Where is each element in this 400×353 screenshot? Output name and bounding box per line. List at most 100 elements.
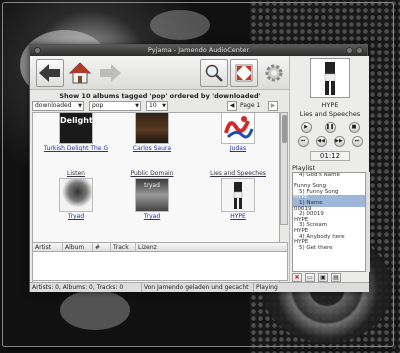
forward-button[interactable]: ▶▶ xyxy=(333,136,345,147)
album-name-link[interactable]: HYPE xyxy=(203,213,273,220)
column-license[interactable]: Lizenz xyxy=(136,243,176,251)
clear-button[interactable]: ▭ xyxy=(305,273,315,282)
window-menu-button[interactable] xyxy=(34,47,41,54)
back-button[interactable] xyxy=(36,59,64,87)
next-arrow-icon: ▶ xyxy=(270,102,276,109)
pause-icon: ❚❚ xyxy=(325,124,335,130)
fullscreen-icon xyxy=(235,64,253,82)
remove-button[interactable]: ✖ xyxy=(292,273,302,282)
close-button[interactable] xyxy=(356,47,363,54)
album-cover[interactable] xyxy=(221,178,255,212)
album-name-link[interactable]: Carlos Saura xyxy=(117,145,187,152)
track-table-header: Artist Album # Track Lizenz xyxy=(33,243,287,252)
column-track[interactable]: Track xyxy=(111,243,136,251)
house-icon xyxy=(69,62,91,84)
album-tile[interactable]: Judas xyxy=(203,113,273,152)
gear-icon xyxy=(265,64,283,82)
stop-icon: ■ xyxy=(351,124,357,130)
album-name-link[interactable]: Judas xyxy=(203,145,273,152)
next-button[interactable]: ⏭ xyxy=(351,136,363,147)
minimize-button[interactable] xyxy=(346,47,353,54)
playlist: 4) God's Name Funny Song 5) Funny Song HY… xyxy=(292,172,366,272)
stop-button[interactable]: ■ xyxy=(348,122,360,133)
album-cover[interactable] xyxy=(221,113,255,144)
count-select-value: 10 xyxy=(149,102,157,109)
settings-button[interactable] xyxy=(260,59,288,87)
chevron-down-icon: ▼ xyxy=(135,103,139,109)
cover-text: tryad xyxy=(144,182,160,189)
search-button[interactable] xyxy=(200,59,228,87)
tag-select[interactable]: pop ▼ xyxy=(89,101,141,111)
list-item[interactable]: HYPE 5) Get there xyxy=(293,240,365,251)
filter-bar: downloaded ▼ pop ▼ 10 ▼ ◀ Page 1 ▶ xyxy=(32,101,288,111)
column-number[interactable]: # xyxy=(93,243,111,251)
fullscreen-button[interactable] xyxy=(230,59,258,87)
album-tile[interactable]: Public Domain tryad Tryad xyxy=(117,170,187,220)
forward-button[interactable] xyxy=(96,59,124,87)
play-button[interactable]: ▶ xyxy=(300,122,312,133)
playback-time: 01:12 xyxy=(310,151,350,161)
tag-select-value: pop xyxy=(92,102,104,109)
playlist-title: 4) God's Name xyxy=(299,172,340,178)
album-tile[interactable]: Lies and Speeches HYPE xyxy=(203,170,273,220)
playlist-scrollbar[interactable] xyxy=(366,172,370,272)
previous-button[interactable]: ⏮ xyxy=(297,136,309,147)
album-caption[interactable]: Lies and Speeches xyxy=(203,170,273,177)
album-tile[interactable]: Delight Turkish Delight The G xyxy=(41,113,111,152)
skip-forward-icon: ⏭ xyxy=(354,138,360,144)
list-item[interactable]: HYPE 1) Name xyxy=(293,195,365,207)
order-select-value: downloaded xyxy=(35,102,72,109)
window-title: Pyjama - Jamendo AudioCenter xyxy=(147,46,250,54)
status-bar: Artists: 0, Albums: 0, Tracks: 0 Von Jam… xyxy=(30,282,369,292)
app-window: Pyjama - Jamendo AudioCenter Show 10 alb… xyxy=(29,44,370,292)
load-button[interactable]: ▤ xyxy=(331,273,341,282)
album-name-link[interactable]: Turkish Delight The G xyxy=(41,145,111,152)
column-album[interactable]: Album xyxy=(63,243,93,251)
status-state: Playing xyxy=(256,284,278,291)
order-select[interactable]: downloaded ▼ xyxy=(32,101,84,111)
album-caption[interactable]: Listen xyxy=(41,170,111,177)
save-button[interactable]: ▣ xyxy=(318,273,328,282)
title-bar: Pyjama - Jamendo AudioCenter xyxy=(30,45,367,56)
arrow-left-icon xyxy=(39,64,60,82)
now-playing-artist: HYPE xyxy=(321,101,339,109)
grid-scrollbar[interactable] xyxy=(280,112,288,225)
album-tile[interactable]: Carlos Saura xyxy=(117,113,187,152)
playlist-label: Playlist xyxy=(292,164,316,172)
page-label: Page 1 xyxy=(240,102,261,109)
album-cover[interactable]: tryad xyxy=(135,178,169,212)
toolbar xyxy=(30,56,290,90)
rewind-icon: ◀◀ xyxy=(317,138,325,144)
pause-button[interactable]: ❚❚ xyxy=(324,122,336,133)
playlist-buttons: ✖ ▭ ▣ ▤ xyxy=(292,273,368,282)
album-cover[interactable] xyxy=(59,178,93,212)
save-icon: ▣ xyxy=(320,274,326,281)
column-artist[interactable]: Artist xyxy=(33,243,63,251)
chevron-down-icon: ▼ xyxy=(78,103,82,109)
close-icon: ✖ xyxy=(294,274,300,281)
scroll-thumb[interactable] xyxy=(282,115,287,143)
now-playing-panel: HYPE Lies and Speeches ▶ ❚❚ ■ ⏮ ◀◀ ▶▶ ⏭ … xyxy=(289,56,370,282)
now-playing-album: Lies and Speeches xyxy=(299,110,361,118)
album-cover[interactable]: Delight xyxy=(59,113,93,144)
browse-heading: Show 10 albums tagged 'pop' ordered by '… xyxy=(59,92,261,100)
skip-back-icon: ⏮ xyxy=(300,138,306,144)
home-button[interactable] xyxy=(66,59,94,87)
album-name-link[interactable]: Tryad xyxy=(117,213,187,220)
album-tile[interactable]: Listen Tryad xyxy=(41,170,111,220)
chevron-down-icon: ▼ xyxy=(162,103,166,109)
prev-page-button[interactable]: ◀ xyxy=(227,101,237,111)
album-caption[interactable]: Public Domain xyxy=(117,170,187,177)
track-table: Artist Album # Track Lizenz xyxy=(32,242,288,281)
next-page-button[interactable]: ▶ xyxy=(268,101,278,111)
now-playing-cover xyxy=(310,58,350,98)
album-name-link[interactable]: Tryad xyxy=(41,213,111,220)
count-select[interactable]: 10 ▼ xyxy=(146,101,168,111)
rewind-button[interactable]: ◀◀ xyxy=(315,136,327,147)
hype-cover-art xyxy=(324,62,336,95)
album-cover[interactable] xyxy=(135,113,169,144)
fast-forward-icon: ▶▶ xyxy=(335,138,343,144)
player-controls-row2: ⏮ ◀◀ ▶▶ ⏭ xyxy=(294,136,366,147)
arrow-right-icon xyxy=(100,64,121,82)
playlist-title: 5) Get there xyxy=(299,244,333,251)
